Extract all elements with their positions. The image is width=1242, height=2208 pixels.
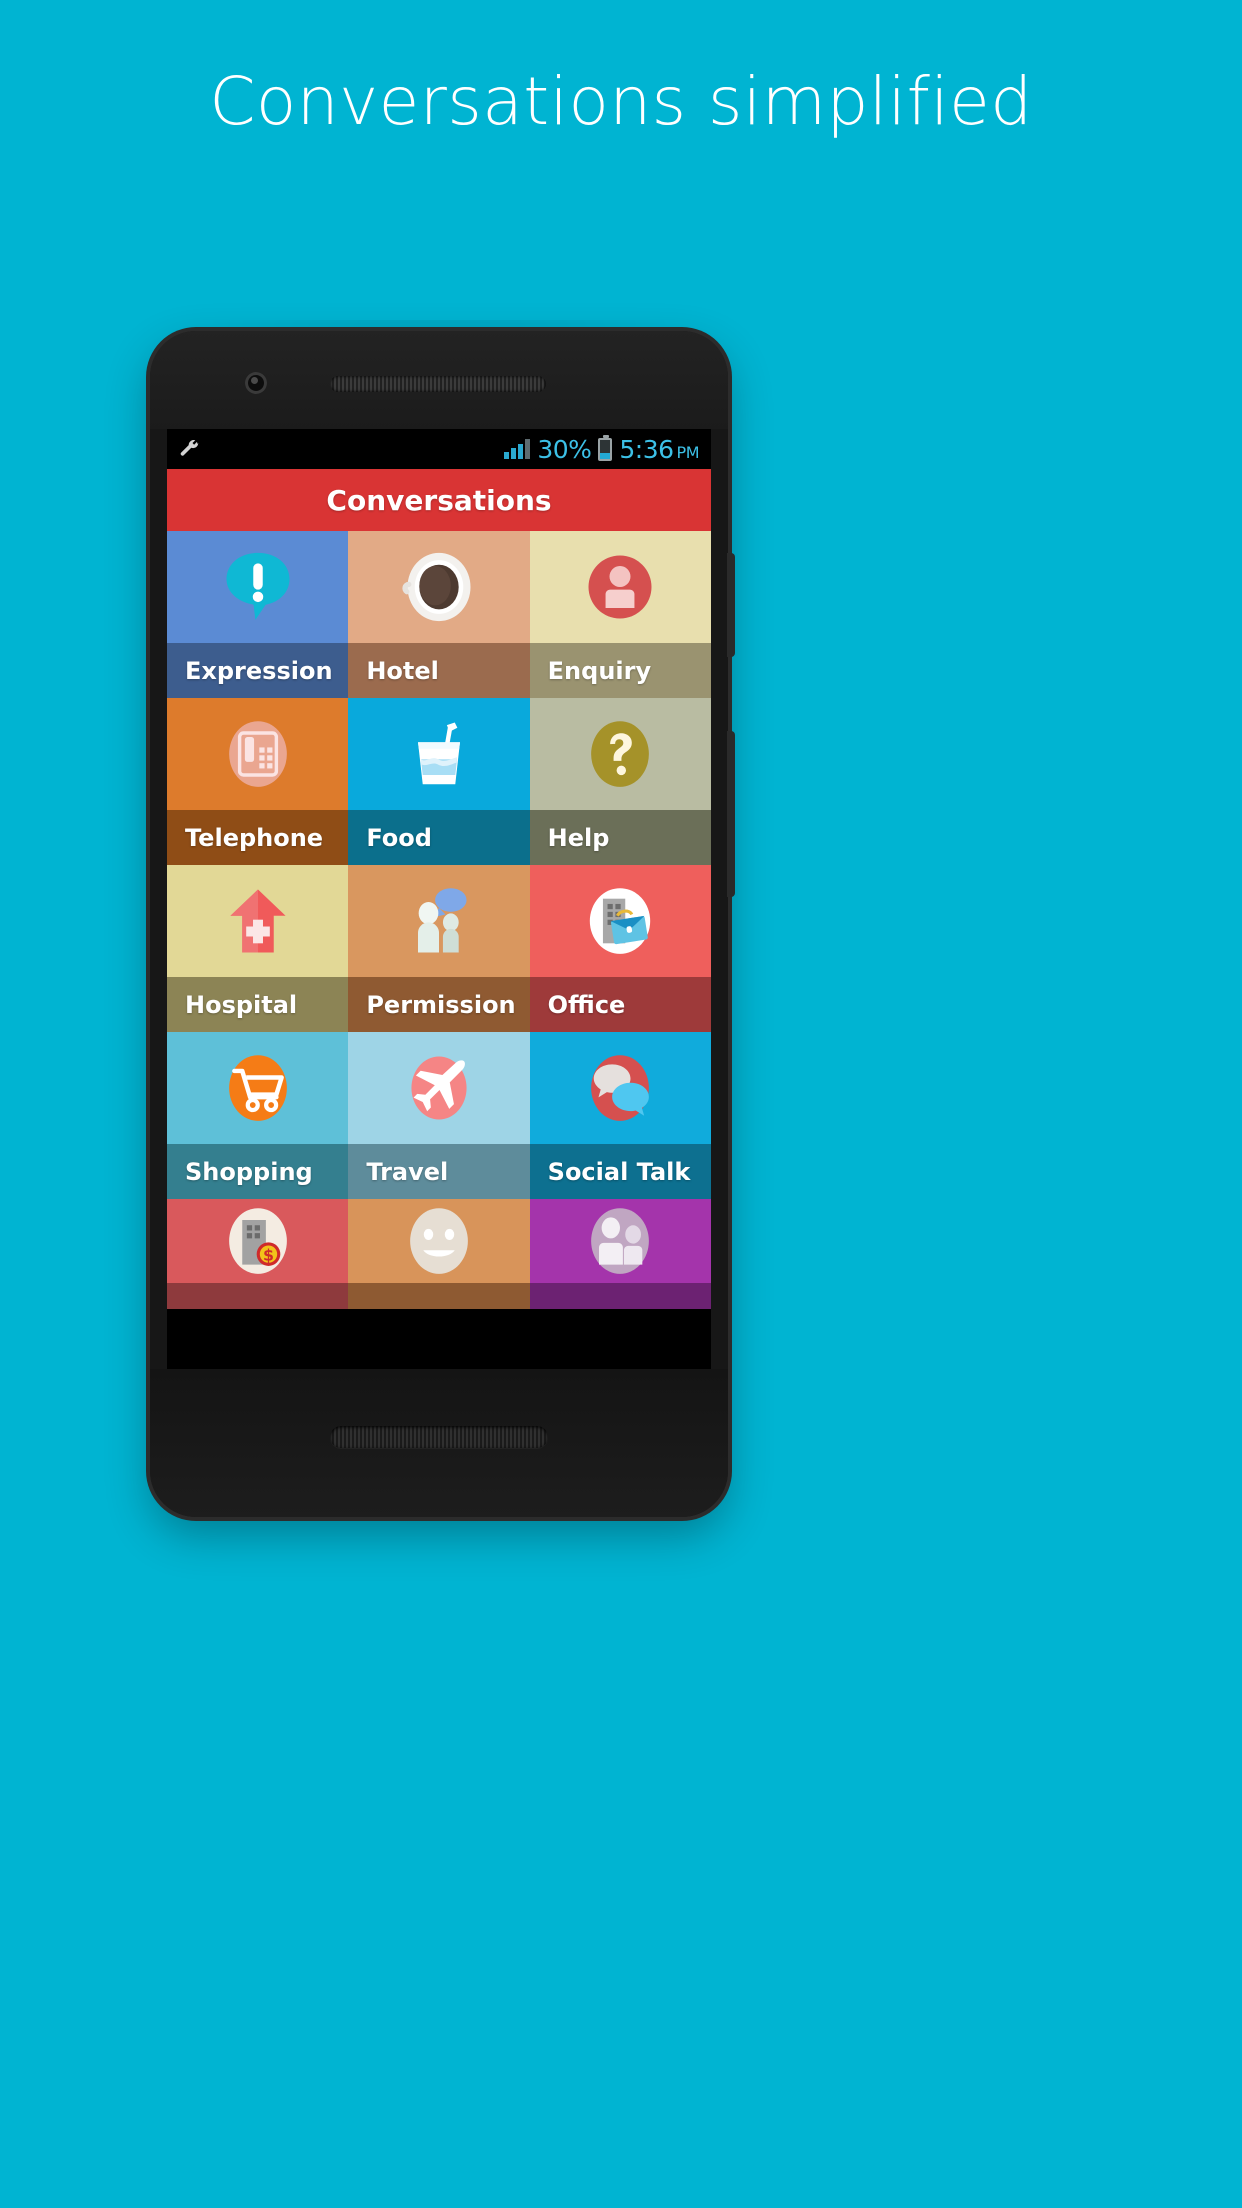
exclamation-speech-bubble-icon xyxy=(216,545,300,629)
signal-bars-icon xyxy=(504,439,531,459)
question-mark-icon xyxy=(578,712,662,796)
battery-icon xyxy=(598,434,613,461)
app-title-bar: Conversations xyxy=(167,469,711,531)
person-info-icon xyxy=(578,545,662,629)
category-tile[interactable]: Expression xyxy=(167,531,349,698)
status-bar-right: 30% 5:36 PM xyxy=(504,434,700,464)
tile-icon-area xyxy=(348,531,530,643)
tile-icon-area xyxy=(167,1032,349,1144)
category-tile[interactable]: Enquiry xyxy=(529,531,711,698)
clock-time: 5:36 xyxy=(619,434,674,464)
tile-label: Permission xyxy=(366,990,516,1019)
drink-cup-icon xyxy=(397,712,481,796)
hospital-arrow-cross-icon xyxy=(216,879,300,963)
wrench-icon xyxy=(179,438,201,460)
phone-screen: 30% 5:36 PM Conversations Expression Hote xyxy=(167,429,711,1369)
tile-label: Expression xyxy=(185,656,333,685)
group-people-icon xyxy=(578,1199,662,1283)
tile-icon-area xyxy=(167,865,349,977)
category-tile[interactable] xyxy=(529,1199,711,1309)
tile-label: Enquiry xyxy=(547,656,652,685)
tile-icon-area xyxy=(529,531,711,643)
promo-screenshot: Conversations simplified 30% 5:36 PM Con… xyxy=(0,0,1242,2208)
tile-icon-area xyxy=(348,698,530,810)
tile-label: Hospital xyxy=(185,990,298,1019)
bank-money-icon: $ xyxy=(216,1199,300,1283)
two-people-speech-icon xyxy=(397,879,481,963)
category-tile[interactable]: Hotel xyxy=(348,531,530,698)
app-title: Conversations xyxy=(326,483,552,517)
phone-top-bezel xyxy=(150,331,728,429)
tile-label: Shopping xyxy=(185,1157,313,1186)
category-tile[interactable]: Hospital xyxy=(167,865,349,1032)
svg-text:$: $ xyxy=(263,1246,274,1265)
category-tile[interactable]: Office xyxy=(529,865,711,1032)
tile-icon-area xyxy=(529,698,711,810)
tile-label: Telephone xyxy=(185,823,324,852)
front-camera-icon xyxy=(245,372,267,394)
tile-label: Social Talk xyxy=(547,1157,691,1186)
tile-label-band xyxy=(530,1283,711,1309)
bottom-speaker-icon xyxy=(330,1426,548,1448)
category-tile[interactable]: Permission xyxy=(348,865,530,1032)
phone-device: 30% 5:36 PM Conversations Expression Hote xyxy=(150,331,735,1517)
category-tile[interactable]: Food xyxy=(348,698,530,865)
tile-label-band xyxy=(348,1283,529,1309)
category-tile[interactable] xyxy=(348,1199,530,1309)
airplane-icon xyxy=(397,1046,481,1130)
category-tile[interactable]: Telephone xyxy=(167,698,349,865)
smiley-face-icon xyxy=(397,1199,481,1283)
tile-label: Travel xyxy=(366,1157,449,1186)
category-tile[interactable]: Help xyxy=(529,698,711,865)
status-bar-left xyxy=(179,438,504,460)
office-building-briefcase-icon xyxy=(578,879,662,963)
tile-icon-area xyxy=(529,865,711,977)
coffee-cup-icon xyxy=(397,545,481,629)
battery-percent-label: 30% xyxy=(537,434,592,464)
status-bar-clock: 5:36 PM xyxy=(619,435,699,464)
tile-icon-area xyxy=(529,1032,711,1144)
category-grid: Expression Hotel Enquiry Telephone Food … xyxy=(167,531,711,1309)
category-tile[interactable]: $ xyxy=(167,1199,349,1309)
tile-icon-area xyxy=(348,865,530,977)
tile-icon-area xyxy=(167,531,349,643)
tile-label: Hotel xyxy=(366,656,439,685)
tile-label-band xyxy=(167,1283,348,1309)
category-tile[interactable]: Shopping xyxy=(167,1032,349,1199)
tile-icon-area: $ xyxy=(167,1199,349,1283)
category-tile[interactable]: Travel xyxy=(348,1032,530,1199)
clock-meridiem: PM xyxy=(676,442,700,462)
phone-bottom-bezel xyxy=(150,1369,728,1517)
tile-label: Help xyxy=(547,823,610,852)
earpiece-speaker-icon xyxy=(330,376,546,392)
two-speech-bubbles-icon xyxy=(578,1046,662,1130)
status-bar: 30% 5:36 PM xyxy=(167,429,711,469)
tile-icon-area xyxy=(348,1199,530,1283)
power-button[interactable] xyxy=(727,553,735,657)
shopping-cart-icon xyxy=(216,1046,300,1130)
tile-label: Food xyxy=(366,823,432,852)
tile-icon-area xyxy=(529,1199,711,1283)
tile-label: Office xyxy=(547,990,626,1019)
category-tile[interactable]: Social Talk xyxy=(529,1032,711,1199)
tile-icon-area xyxy=(348,1032,530,1144)
volume-button[interactable] xyxy=(727,731,735,897)
tile-icon-area xyxy=(167,698,349,810)
page-title: Conversations simplified xyxy=(209,63,1033,140)
telephone-icon xyxy=(216,712,300,796)
